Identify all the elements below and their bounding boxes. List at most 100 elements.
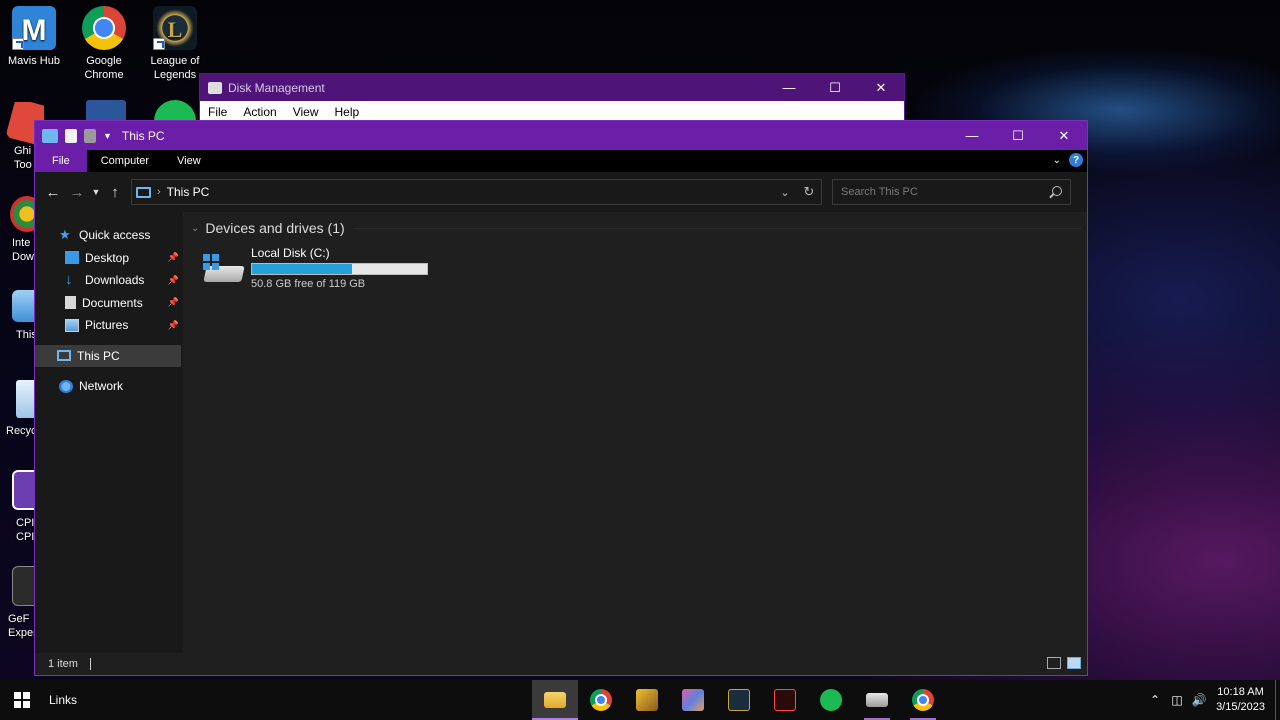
- menu-help[interactable]: Help: [335, 105, 360, 119]
- game-app-icon: [636, 689, 658, 711]
- show-desktop-button[interactable]: [1275, 680, 1280, 720]
- volume-icon[interactable]: 🔊: [1188, 693, 1210, 707]
- expand-ribbon-chevron-icon[interactable]: ⌄: [1053, 155, 1061, 166]
- forward-arrow-icon[interactable]: →: [65, 180, 89, 204]
- nav-item-label: Downloads: [85, 273, 145, 288]
- taskbar-chrome[interactable]: [578, 680, 624, 720]
- minimize-button[interactable]: —: [766, 74, 812, 101]
- pin-icon[interactable]: 📌: [168, 275, 179, 286]
- nav-item-desktop[interactable]: Desktop 📌: [35, 247, 183, 270]
- nav-item-label: Documents: [82, 295, 143, 310]
- address-dropdown-chevron-icon[interactable]: ⌄: [773, 186, 797, 199]
- disk-management-window[interactable]: Disk Management — ☐ ✕ File Action View H…: [199, 73, 905, 123]
- collapse-chevron-icon[interactable]: ⌄: [191, 223, 199, 234]
- desktop-icon-google-chrome[interactable]: Google Chrome: [68, 6, 140, 82]
- documents-icon: [65, 296, 76, 310]
- drive-usage-bar: [251, 263, 428, 275]
- nav-item-quick-access[interactable]: ★ Quick access: [35, 224, 183, 247]
- taskbar: Links ⌃ ◫ 🔊 10:18 AM 3/15/2023: [0, 680, 1280, 720]
- pin-icon[interactable]: 📌: [168, 297, 179, 308]
- taskbar-valorant[interactable]: [762, 680, 808, 720]
- help-icon[interactable]: ?: [1069, 153, 1083, 167]
- pictures-icon: [65, 318, 79, 332]
- close-button[interactable]: ✕: [858, 74, 904, 101]
- nav-item-documents[interactable]: Documents 📌: [35, 292, 183, 315]
- tab-file[interactable]: File: [35, 150, 87, 172]
- desktop-icon-league-of-legends[interactable]: L League of Legends: [139, 6, 211, 82]
- nav-item-label: Network: [79, 379, 124, 394]
- links-toolbar[interactable]: Links: [49, 693, 77, 707]
- maximize-button[interactable]: ☐: [995, 121, 1041, 150]
- disk-management-icon: [208, 81, 222, 94]
- nav-item-label: Pictures: [85, 318, 129, 333]
- breadcrumb-chevron-icon[interactable]: ›: [157, 186, 161, 198]
- drive-usage-fill: [252, 264, 353, 274]
- tab-view[interactable]: View: [163, 150, 215, 172]
- nav-item-label: Desktop: [85, 250, 130, 265]
- nav-item-pictures[interactable]: Pictures 📌: [35, 314, 183, 337]
- menu-action[interactable]: Action: [243, 105, 276, 119]
- desktop-icon-label: Google Chrome: [84, 55, 124, 81]
- nav-item-this-pc[interactable]: This PC: [35, 344, 181, 367]
- address-bar[interactable]: › This PC ⌄ ↻: [131, 179, 822, 205]
- word-icon[interactable]: [86, 100, 126, 122]
- this-pc-icon: [136, 186, 151, 198]
- taskbar-app-yellow[interactable]: [624, 680, 670, 720]
- photo-app-icon: [682, 689, 704, 711]
- back-arrow-icon[interactable]: ←: [41, 180, 65, 204]
- refresh-icon[interactable]: ↻: [797, 184, 821, 200]
- taskbar-disk-management[interactable]: [854, 680, 900, 720]
- drive-item-local-disk-c[interactable]: Local Disk (C:) 50.8 GB free of 119 GB: [203, 246, 428, 290]
- network-tray-icon[interactable]: ◫: [1166, 693, 1188, 707]
- mavis-hub-icon: M: [12, 6, 56, 50]
- breadcrumb-this-pc[interactable]: This PC: [167, 185, 210, 199]
- spotify-icon: [820, 689, 842, 711]
- this-pc-icon[interactable]: [42, 128, 58, 143]
- taskbar-league-client[interactable]: [716, 680, 762, 720]
- spotify-icon[interactable]: [154, 100, 196, 122]
- minimize-button[interactable]: —: [949, 121, 995, 150]
- customize-toolbar-chevron-icon[interactable]: ▼: [103, 131, 112, 141]
- new-folder-icon[interactable]: [84, 128, 96, 143]
- clock-date: 3/15/2023: [1216, 701, 1265, 713]
- content-pane: ⌄ Devices and drives (1) Local Disk (C:)…: [183, 212, 1087, 653]
- nav-item-network[interactable]: Network: [35, 375, 183, 398]
- desktop-icon-mavis-hub[interactable]: M Mavis Hub: [0, 6, 70, 68]
- pin-icon[interactable]: 📌: [168, 320, 179, 331]
- large-icons-view-icon[interactable]: [1067, 657, 1081, 669]
- navigation-pane: ★ Quick access Desktop 📌 ↓ Downloads 📌 D…: [35, 212, 183, 653]
- taskbar-chrome-2[interactable]: [900, 680, 946, 720]
- taskbar-apps: [532, 680, 946, 720]
- ribbon-tabs: File Computer View ⌄ ?: [35, 150, 1087, 172]
- show-hidden-icons-chevron-icon[interactable]: ⌃: [1144, 693, 1166, 707]
- menu-file[interactable]: File: [208, 105, 227, 119]
- clock[interactable]: 10:18 AM 3/15/2023: [1216, 685, 1265, 715]
- group-header-devices[interactable]: ⌄ Devices and drives (1): [191, 220, 1081, 236]
- tab-computer[interactable]: Computer: [87, 150, 163, 172]
- chrome-icon: [912, 689, 934, 711]
- taskbar-spotify[interactable]: [808, 680, 854, 720]
- svg-text:M: M: [22, 14, 47, 47]
- details-view-icon[interactable]: [1047, 657, 1061, 669]
- disk-management-titlebar[interactable]: Disk Management — ☐ ✕: [200, 74, 904, 101]
- file-explorer-window[interactable]: ▼ This PC — ☐ ✕ File Computer View ⌄ ? ←…: [34, 120, 1088, 676]
- recent-locations-chevron-icon[interactable]: ▼: [89, 180, 103, 204]
- chrome-icon: [590, 689, 612, 711]
- properties-icon[interactable]: [65, 128, 77, 143]
- quick-access-toolbar: ▼: [35, 128, 118, 143]
- taskbar-file-explorer[interactable]: [532, 680, 578, 720]
- pin-icon[interactable]: 📌: [168, 252, 179, 263]
- maximize-button[interactable]: ☐: [812, 74, 858, 101]
- windows-logo-icon: [14, 692, 30, 708]
- explorer-titlebar[interactable]: ▼ This PC — ☐ ✕: [35, 121, 1087, 150]
- nav-item-downloads[interactable]: ↓ Downloads 📌: [35, 269, 183, 292]
- taskbar-app-pink[interactable]: [670, 680, 716, 720]
- desktop-folder-icon: [65, 251, 79, 265]
- search-input[interactable]: Search This PC: [832, 179, 1071, 205]
- menu-view[interactable]: View: [293, 105, 319, 119]
- close-button[interactable]: ✕: [1041, 121, 1087, 150]
- up-arrow-icon[interactable]: ↑: [103, 180, 127, 204]
- search-icon: [1052, 186, 1062, 196]
- item-count: 1 item: [48, 658, 78, 670]
- start-button[interactable]: [0, 680, 44, 720]
